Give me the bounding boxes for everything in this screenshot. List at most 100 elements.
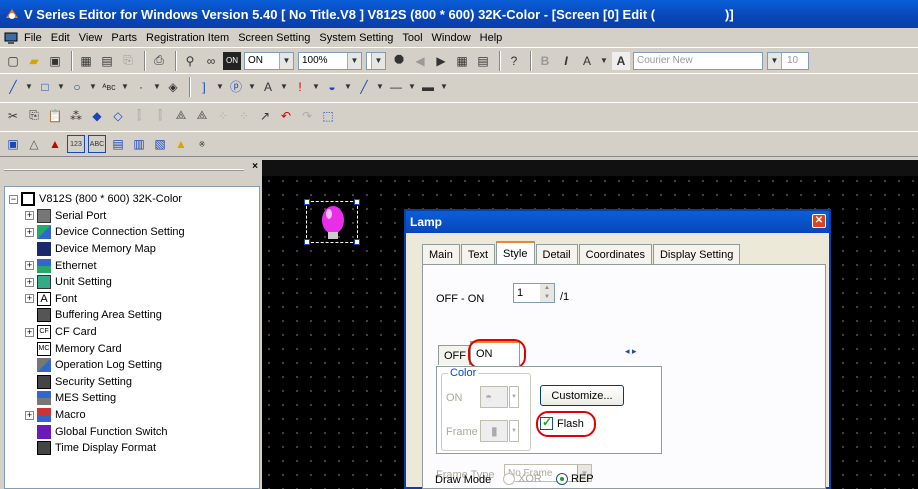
menu-screen-setting[interactable]: Screen Setting: [238, 32, 310, 44]
menu-file[interactable]: File: [24, 32, 42, 44]
frame-color-picker[interactable]: ▮: [480, 420, 508, 442]
table-part-icon[interactable]: ▤: [109, 135, 127, 153]
back-arrow-icon[interactable]: ◀: [411, 52, 429, 70]
bring-front-icon[interactable]: ◆: [88, 107, 106, 125]
chevron-down-icon[interactable]: ▼: [25, 78, 33, 96]
char-part-icon[interactable]: ABC: [88, 135, 106, 153]
copy-icon[interactable]: ⎘: [119, 52, 137, 70]
zoom-combo[interactable]: 100% ▼: [298, 51, 362, 70]
dialog-title-bar[interactable]: Lamp ✕: [406, 211, 829, 233]
pattern-fill-icon[interactable]: ▬: [419, 78, 437, 96]
paste-icon[interactable]: 📋: [46, 107, 64, 125]
tab-main[interactable]: Main: [422, 244, 460, 264]
binoculars-icon[interactable]: ∞: [202, 52, 220, 70]
italic-icon[interactable]: I: [557, 52, 575, 70]
resize-handle[interactable]: [354, 239, 360, 245]
switch-part-icon[interactable]: ▣: [4, 135, 22, 153]
align-center-icon[interactable]: ⫿: [151, 107, 169, 125]
chevron-down-icon[interactable]: ▼: [153, 78, 161, 96]
chevron-down-icon[interactable]: ▼: [768, 52, 782, 69]
paint-bucket-icon[interactable]: ◒: [323, 78, 341, 96]
expand-icon[interactable]: +: [25, 410, 34, 420]
grid-icon[interactable]: ▦: [77, 52, 95, 70]
radio-unchecked-icon[interactable]: [503, 473, 515, 485]
tab-style[interactable]: Style: [496, 241, 535, 264]
graph-part-icon[interactable]: ▥: [130, 135, 148, 153]
brush-icon[interactable]: !: [291, 78, 309, 96]
tree-item-serial-port[interactable]: + Serial Port: [5, 208, 259, 225]
menu-registration-item[interactable]: Registration Item: [146, 32, 229, 44]
tree-item-global-function[interactable]: Global Function Switch: [5, 423, 259, 440]
tree-item-unit-setting[interactable]: + Unit Setting: [5, 274, 259, 291]
sample-part-icon[interactable]: ※: [193, 135, 211, 153]
menu-tool[interactable]: Tool: [402, 32, 422, 44]
chevron-down-icon[interactable]: ▼: [371, 52, 385, 69]
new-file-icon[interactable]: ▢: [4, 52, 22, 70]
lamp-part[interactable]: [304, 199, 360, 245]
system-menu-icon[interactable]: [4, 31, 18, 45]
chevron-down-icon[interactable]: ▼: [121, 78, 129, 96]
chevron-down-icon[interactable]: ▼: [599, 52, 609, 70]
save-icon[interactable]: ▣: [46, 52, 64, 70]
font-combo[interactable]: Courier New: [633, 51, 763, 70]
menu-parts[interactable]: Parts: [111, 32, 137, 44]
chevron-down-icon[interactable]: ▼: [279, 52, 293, 69]
tree-item-device-connection[interactable]: + Device Connection Setting: [5, 224, 259, 241]
on-color-picker[interactable]: ◓: [480, 386, 508, 408]
collapse-icon[interactable]: −: [9, 194, 18, 204]
font-size-combo[interactable]: 10 ▼: [767, 51, 809, 70]
tree-root[interactable]: − V812S (800 * 600) 32K-Color: [5, 191, 259, 208]
draw-mode-xor-radio[interactable]: XOR: [503, 473, 542, 485]
fill-tool-icon[interactable]: ◈: [164, 78, 182, 96]
distribute-h-icon[interactable]: ⁘: [214, 107, 232, 125]
rectangle-tool-icon[interactable]: □: [36, 78, 54, 96]
font-color-icon[interactable]: A: [259, 78, 277, 96]
chevron-down-icon[interactable]: ▼: [376, 78, 384, 96]
pane-grip[interactable]: [4, 169, 244, 171]
select-icon[interactable]: ⬚: [319, 107, 337, 125]
spinner-arrows-icon[interactable]: ▲ ▼: [540, 284, 554, 302]
resize-handle[interactable]: [304, 199, 310, 205]
zoom-icon[interactable]: ⚲: [181, 52, 199, 70]
menu-system-setting[interactable]: System Setting: [319, 32, 393, 44]
chevron-down-icon[interactable]: ▼: [89, 78, 97, 96]
radio-checked-icon[interactable]: [556, 473, 568, 485]
tab-text[interactable]: Text: [460, 244, 496, 264]
trend-part-icon[interactable]: ▧: [151, 135, 169, 153]
close-icon[interactable]: ×: [252, 161, 258, 172]
text-tool-icon[interactable]: ᴬʙc: [100, 78, 118, 96]
expand-icon[interactable]: +: [25, 294, 34, 304]
tab-detail[interactable]: Detail: [535, 244, 578, 264]
forward-arrow-icon[interactable]: ▶: [432, 52, 450, 70]
distribute-v-icon[interactable]: ⁘: [235, 107, 253, 125]
text-color-icon[interactable]: A: [578, 52, 596, 70]
resize-handle[interactable]: [304, 239, 310, 245]
subtab-scroll-icon[interactable]: ◂ ▸: [625, 346, 637, 357]
state-spinner[interactable]: 1 ▲ ▼: [513, 283, 555, 303]
tree-item-device-memory-map[interactable]: Device Memory Map: [5, 241, 259, 258]
font-icon[interactable]: A: [612, 51, 630, 70]
numeric-part-icon[interactable]: 123: [67, 135, 85, 153]
menu-window[interactable]: Window: [432, 32, 471, 44]
tree-item-security[interactable]: Security Setting: [5, 374, 259, 391]
bracket-icon[interactable]: ]: [195, 78, 213, 96]
expand-icon[interactable]: +: [25, 277, 34, 287]
undo-icon[interactable]: ↶: [277, 107, 295, 125]
menu-edit[interactable]: Edit: [51, 32, 70, 44]
menu-help[interactable]: Help: [480, 32, 503, 44]
tab-coordinates[interactable]: Coordinates: [578, 244, 652, 264]
dot-tool-icon[interactable]: ·: [132, 78, 150, 96]
tree-item-time-display[interactable]: Time Display Format: [5, 440, 259, 457]
circle-tool-icon[interactable]: ○: [68, 78, 86, 96]
keyboard-icon[interactable]: ▤: [98, 52, 116, 70]
expand-icon[interactable]: +: [25, 211, 34, 221]
align-top-icon[interactable]: ⟁: [193, 107, 211, 125]
copy-icon[interactable]: ⎘: [25, 107, 43, 125]
tab-display-setting[interactable]: Display Setting: [652, 244, 741, 264]
line-width-icon[interactable]: —: [387, 78, 405, 96]
line-tool-icon[interactable]: ╱: [4, 78, 22, 96]
expand-icon[interactable]: +: [25, 261, 34, 271]
open-folder-icon[interactable]: ▰: [25, 52, 43, 70]
chevron-down-icon[interactable]: ▼: [216, 78, 224, 96]
bold-icon[interactable]: B: [536, 52, 554, 70]
